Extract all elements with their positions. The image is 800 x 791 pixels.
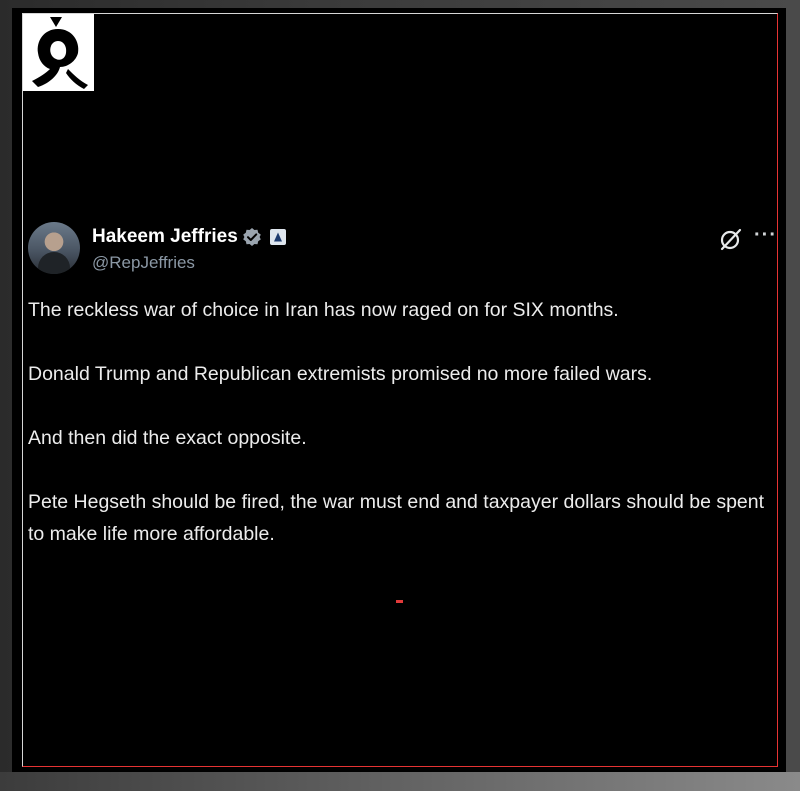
more-icon[interactable]: ··· <box>754 224 777 247</box>
author-row: Hakeem Jeffries <box>92 226 286 248</box>
verified-badge-icon <box>242 227 262 247</box>
display-name[interactable]: Hakeem Jeffries <box>92 226 238 248</box>
tweet-paragraph: Pete Hegseth should be fired, the war mu… <box>28 491 765 545</box>
bottom-band <box>0 772 800 791</box>
red-marker <box>396 600 403 603</box>
grok-icon[interactable] <box>718 226 744 257</box>
tweet-paragraph: And then did the exact opposite. <box>28 427 307 449</box>
handle[interactable]: @RepJeffries <box>92 253 195 273</box>
tweet-body: The reckless war of choice in Iran has n… <box>28 294 776 582</box>
avatar[interactable] <box>28 222 80 274</box>
tweet-paragraph: Donald Trump and Republican extremists p… <box>28 363 653 385</box>
channel-logo-icon <box>22 13 94 91</box>
affiliation-badge-icon <box>269 229 286 245</box>
tweet-paragraph: The reckless war of choice in Iran has n… <box>28 299 619 321</box>
